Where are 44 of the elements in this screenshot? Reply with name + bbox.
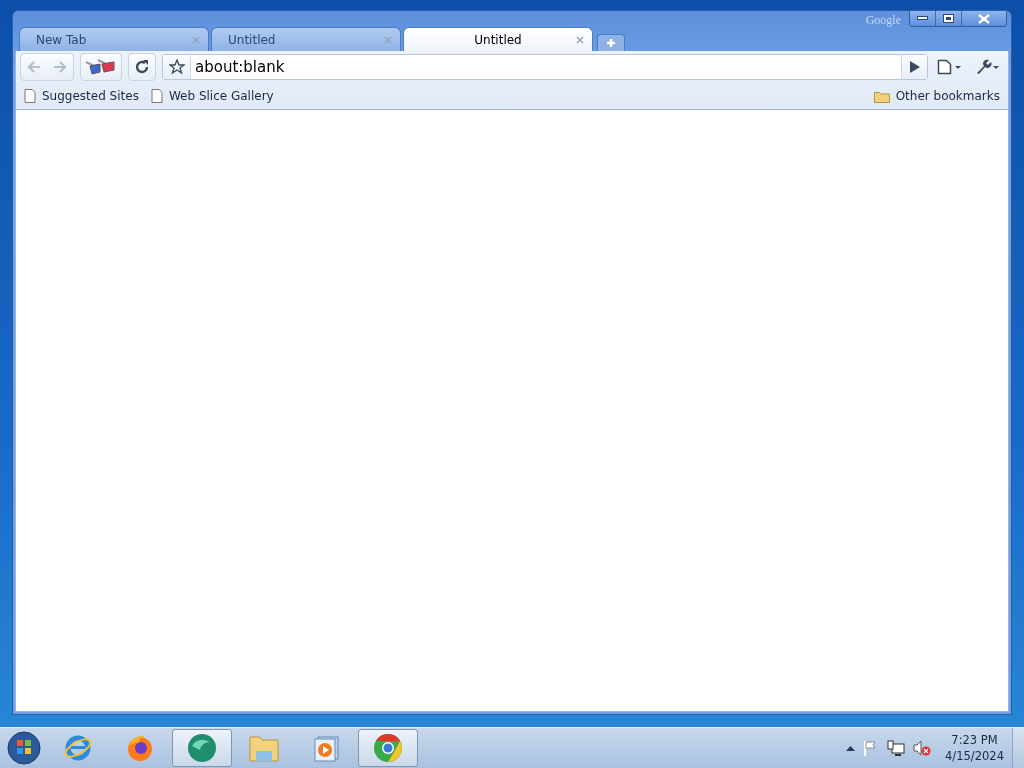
back-arrow-icon — [27, 61, 41, 73]
taskbar-app-button[interactable] — [172, 729, 232, 767]
maximize-button[interactable] — [935, 11, 961, 26]
bookmark-star-button[interactable] — [163, 55, 191, 79]
show-hidden-icons-icon[interactable] — [846, 745, 856, 751]
muted-speaker-icon[interactable] — [913, 740, 932, 756]
fox-globe-icon — [125, 733, 155, 763]
play-icon — [909, 61, 920, 73]
browser-tab[interactable]: Untitled — [403, 27, 593, 51]
maximize-icon — [943, 14, 954, 23]
address-bar[interactable]: about:blank — [162, 54, 928, 80]
go-button[interactable] — [901, 55, 927, 79]
minimize-icon — [917, 16, 928, 21]
bookmark-link[interactable]: Suggested Sites — [24, 89, 139, 103]
bookmark-link[interactable]: Web Slice Gallery — [150, 89, 274, 103]
brand-label: Google — [865, 13, 901, 28]
date-label: 4/15/2024 — [945, 748, 1004, 764]
clock[interactable]: 7:23 PM 4/15/2024 — [945, 732, 1004, 764]
time-label: 7:23 PM — [951, 732, 998, 748]
orb-icon — [186, 732, 218, 764]
network-icon[interactable] — [887, 740, 906, 756]
star-icon — [168, 59, 185, 75]
wrench-icon — [975, 59, 1001, 75]
plus-icon — [606, 38, 616, 48]
browser-tab[interactable]: New Tab — [19, 27, 209, 51]
minimize-button[interactable] — [910, 11, 935, 26]
chrome-icon — [372, 732, 404, 764]
browser-tab[interactable]: Untitled — [211, 27, 401, 51]
folder-icon — [873, 89, 890, 103]
reload-icon — [134, 59, 150, 75]
close-icon — [978, 13, 990, 24]
3d-glasses-icon — [84, 58, 118, 76]
folder-icon — [248, 733, 280, 763]
close-button[interactable] — [961, 11, 1006, 26]
taskbar-app-button[interactable] — [358, 729, 418, 767]
other-bookmarks-link[interactable]: Other bookmarks — [873, 89, 1000, 103]
play-icon — [312, 734, 340, 762]
page-icon — [150, 89, 163, 103]
page-icon — [24, 89, 36, 103]
e-letter-icon — [63, 733, 93, 763]
page-icon — [937, 59, 963, 75]
new-tab-button[interactable] — [597, 34, 625, 51]
forward-arrow-icon — [53, 61, 67, 73]
address-field[interactable]: about:blank — [191, 56, 901, 78]
